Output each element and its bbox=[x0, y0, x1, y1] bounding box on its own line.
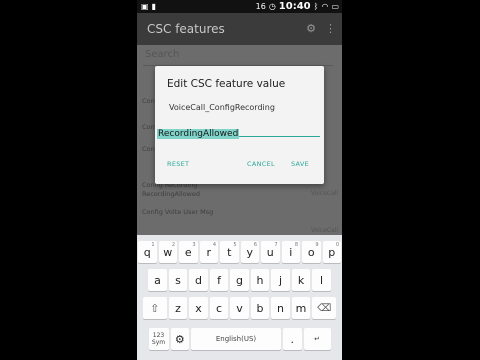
key-hint: 1 bbox=[151, 242, 155, 248]
key-r[interactable]: 4r bbox=[199, 241, 218, 263]
letter-keys: zxcvbnm bbox=[168, 297, 311, 319]
keyboard: 1q2w3e4r5t6y7u8i9o0p asdfghjkl ⇧ zxcvbnm… bbox=[137, 235, 342, 360]
key-h[interactable]: h bbox=[250, 269, 270, 291]
notification-icon: ▣ bbox=[141, 2, 149, 11]
status-left: ▣ ▮ bbox=[141, 2, 156, 11]
save-button[interactable]: SAVE bbox=[291, 160, 309, 168]
key-label: p bbox=[328, 245, 336, 259]
key-a[interactable]: a bbox=[148, 269, 167, 291]
list-item[interactable]: RecordingAllowed bbox=[142, 190, 200, 198]
key-label: t bbox=[227, 245, 232, 259]
key-z[interactable]: z bbox=[168, 297, 188, 319]
key-hint: 5 bbox=[233, 242, 237, 248]
list-item[interactable]: Config Volte User Msg bbox=[142, 208, 213, 216]
key-x[interactable]: x bbox=[189, 297, 208, 319]
key-hint: 4 bbox=[212, 242, 216, 248]
sym-key-label: 123 Sym bbox=[151, 332, 166, 346]
status-small-text: 16 bbox=[255, 2, 266, 11]
key-y[interactable]: 6y bbox=[240, 241, 259, 263]
key-s[interactable]: s bbox=[168, 269, 188, 291]
key-l[interactable]: l bbox=[312, 269, 331, 291]
list-item-value: VoiceCall bbox=[310, 190, 338, 197]
settings-icon[interactable]: ⚙ bbox=[306, 22, 316, 35]
key-i[interactable]: 8i bbox=[281, 241, 300, 263]
keyboard-row-3: ⇧ zxcvbnm ⌫ bbox=[137, 297, 342, 319]
key-p[interactable]: 0p bbox=[322, 241, 341, 263]
key-q[interactable]: 1q bbox=[138, 241, 157, 263]
key-m[interactable]: m bbox=[291, 297, 311, 319]
bluetooth-icon: ᛒ bbox=[313, 2, 319, 11]
keyboard-row-4: 123 Sym ⚙ English(US) . ↵ bbox=[137, 328, 342, 350]
reset-button[interactable]: RESET bbox=[167, 160, 189, 168]
key-e[interactable]: 3e bbox=[179, 241, 198, 263]
key-j[interactable]: j bbox=[271, 269, 290, 291]
feature-value-input[interactable]: RecordingAllowed bbox=[157, 121, 320, 139]
alarm-icon: ◷ bbox=[268, 2, 276, 11]
key-label: u bbox=[266, 245, 274, 259]
status-right: 16 ◷ 10:40 ᛒ ◠ ▭ bbox=[256, 1, 339, 12]
key-v[interactable]: v bbox=[230, 297, 249, 319]
selected-input-text: RecordingAllowed bbox=[157, 129, 240, 139]
key-hint: 0 bbox=[335, 242, 339, 248]
key-g[interactable]: g bbox=[230, 269, 249, 291]
enter-icon[interactable]: ↵ bbox=[303, 328, 331, 350]
key-w[interactable]: 2w bbox=[158, 241, 177, 263]
cancel-button[interactable]: CANCEL bbox=[247, 160, 275, 168]
wifi-icon: ◠ bbox=[321, 2, 329, 11]
keyboard-row-2: asdfghjkl bbox=[137, 269, 342, 291]
key-d[interactable]: d bbox=[189, 269, 208, 291]
list-item-value: VoiceCall bbox=[310, 227, 338, 234]
key-hint: 6 bbox=[253, 242, 257, 248]
key-u[interactable]: 7u bbox=[261, 241, 280, 263]
key-label: i bbox=[289, 245, 293, 259]
space-key[interactable]: English(US) bbox=[191, 328, 281, 350]
clock: 10:40 bbox=[278, 1, 311, 12]
sym-key[interactable]: 123 Sym bbox=[148, 328, 169, 350]
settings-icon[interactable]: ⚙ bbox=[170, 328, 189, 350]
shift-icon[interactable]: ⇧ bbox=[142, 297, 167, 319]
key-hint: 7 bbox=[274, 242, 278, 248]
space-key-label: English(US) bbox=[215, 335, 257, 343]
key-n[interactable]: n bbox=[271, 297, 290, 319]
keyboard-row-1: 1q2w3e4r5t6y7u8i9o0p bbox=[137, 241, 342, 263]
key-hint: 9 bbox=[315, 242, 319, 248]
signal-icon: ▮ bbox=[151, 2, 156, 11]
app-bar-actions: ⚙ ⋮ bbox=[306, 22, 336, 35]
app-title: CSC features bbox=[147, 22, 225, 36]
key-hint: 2 bbox=[171, 242, 175, 248]
key-k[interactable]: k bbox=[291, 269, 311, 291]
battery-icon: ▭ bbox=[331, 2, 339, 11]
key-label: y bbox=[246, 245, 253, 259]
key-t[interactable]: 5t bbox=[220, 241, 239, 263]
key-label: e bbox=[184, 245, 192, 259]
edit-feature-dialog: Edit CSC feature value VoiceCall_ConfigR… bbox=[155, 66, 324, 184]
key-c[interactable]: c bbox=[209, 297, 229, 319]
key-label: r bbox=[206, 245, 212, 259]
backspace-icon[interactable]: ⌫ bbox=[312, 297, 337, 319]
overflow-menu-icon[interactable]: ⋮ bbox=[325, 22, 336, 35]
search-input[interactable]: Search bbox=[145, 49, 179, 60]
key-f[interactable]: f bbox=[209, 269, 229, 291]
key-hint: 3 bbox=[192, 242, 196, 248]
status-bar: ▣ ▮ 16 ◷ 10:40 ᛒ ◠ ▭ bbox=[137, 0, 342, 13]
period-key[interactable]: . bbox=[283, 328, 302, 350]
key-b[interactable]: b bbox=[250, 297, 270, 319]
key-o[interactable]: 9o bbox=[302, 241, 321, 263]
dialog-title: Edit CSC feature value bbox=[167, 78, 286, 90]
feature-name: VoiceCall_ConfigRecording bbox=[169, 103, 275, 112]
key-hint: 8 bbox=[294, 242, 298, 248]
key-label: q bbox=[143, 245, 151, 259]
phone-screen: ▣ ▮ 16 ◷ 10:40 ᛒ ◠ ▭ CSC features ⚙ ⋮ Se… bbox=[137, 0, 342, 360]
app-bar: CSC features ⚙ ⋮ bbox=[137, 13, 342, 45]
key-label: o bbox=[307, 245, 315, 259]
